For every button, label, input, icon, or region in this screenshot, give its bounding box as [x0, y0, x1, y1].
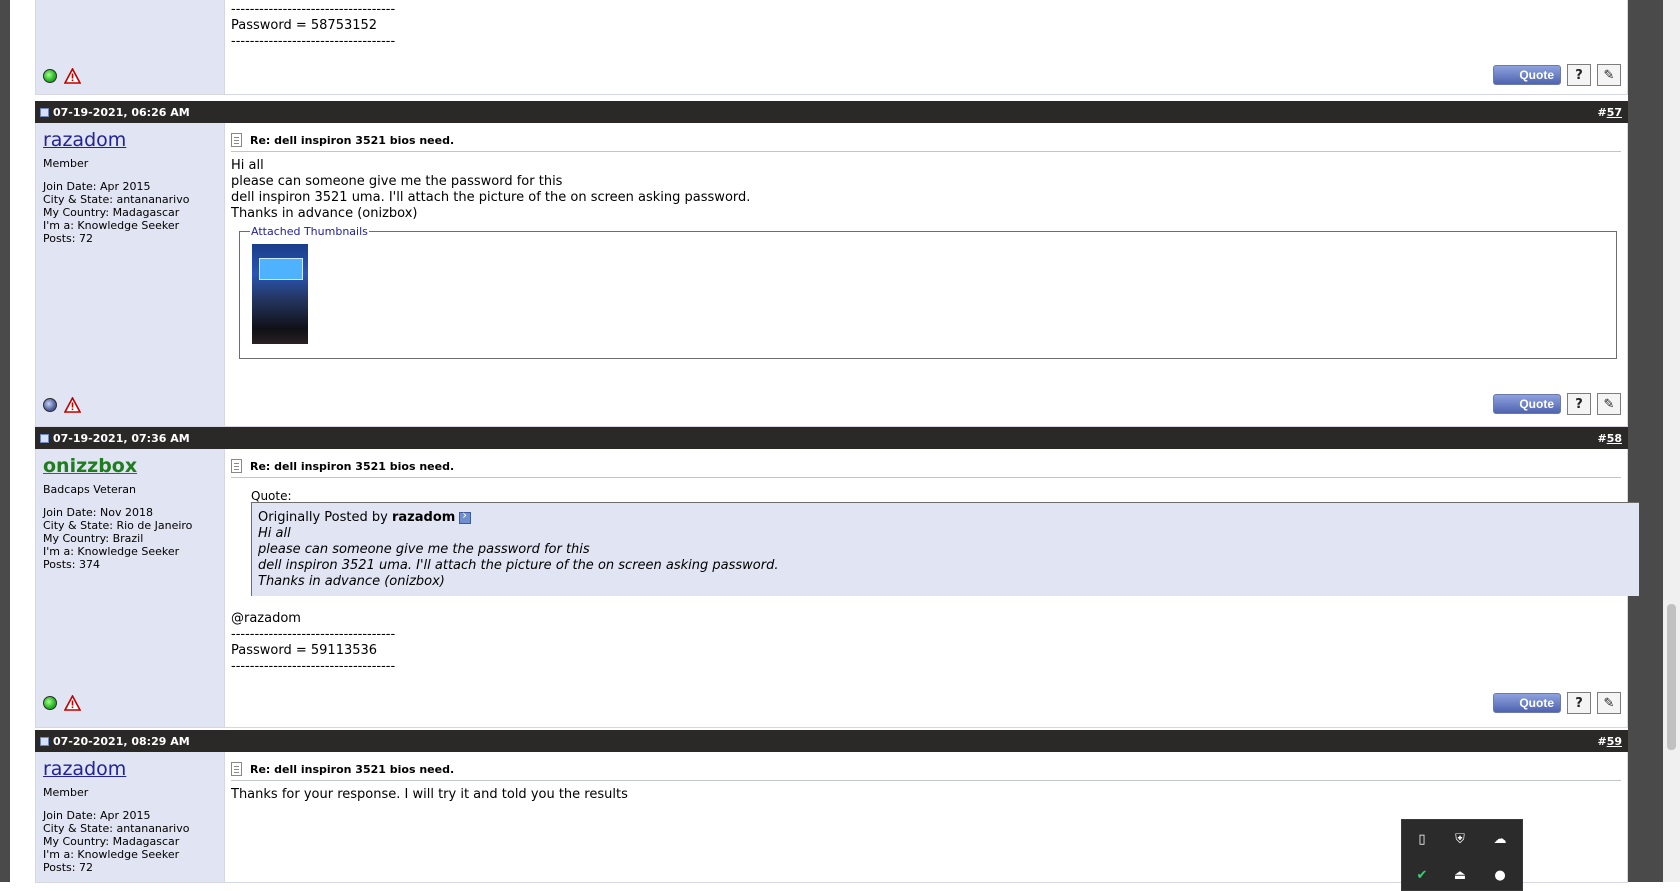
- post-57: 07-19-2021, 06:26 AM #57 razadom Member …: [35, 101, 1628, 427]
- quick-reply-button[interactable]: ✎: [1597, 692, 1621, 714]
- user-city: City & State: antananarivo: [43, 822, 190, 835]
- system-tray-overflow: ▯ ⛨ ☁ ✔ ⏏ ●: [1401, 819, 1523, 891]
- post-number-link[interactable]: 59: [1607, 735, 1622, 748]
- attached-thumbnails: Attached Thumbnails: [239, 225, 1617, 359]
- post-header: 07-20-2021, 08:29 AM #59: [35, 730, 1628, 752]
- right-gutter: [1628, 0, 1663, 882]
- post-title-row: Re: dell inspiron 3521 bios need.: [231, 758, 1621, 781]
- online-status-icon: [43, 69, 57, 83]
- user-title: Member: [43, 157, 89, 170]
- quote-author: razadom: [391, 510, 456, 525]
- user-details: Join Date: Nov 2018 City & State: Rio de…: [43, 506, 192, 571]
- multiquote-button[interactable]: ?: [1567, 692, 1591, 714]
- post-number: #57: [1597, 106, 1622, 119]
- user-post-count: Posts: 374: [43, 558, 100, 571]
- post-icon: [40, 434, 49, 443]
- user-info-panel: razadom Member Join Date: Apr 2015 City …: [36, 752, 225, 882]
- post-title: Re: dell inspiron 3521 bios need.: [250, 134, 455, 147]
- document-icon: [231, 133, 242, 147]
- multiquote-button[interactable]: ?: [1567, 64, 1591, 86]
- post-content: Re: dell inspiron 3521 bios need. Hi all…: [225, 123, 1627, 426]
- username-link[interactable]: razadom: [43, 129, 126, 151]
- user-info-panel: onizzbox Badcaps Veteran Join Date: Nov …: [36, 449, 225, 727]
- user-country: My Country: Madagascar: [43, 206, 180, 219]
- post-header: 07-19-2021, 07:36 AM #58: [35, 427, 1628, 449]
- post-date: 07-19-2021, 06:26 AM: [53, 106, 190, 119]
- quote-button[interactable]: Quote: [1493, 394, 1561, 414]
- username-link[interactable]: onizzbox: [43, 455, 137, 477]
- attached-thumbnails-label: Attached Thumbnails: [250, 225, 369, 238]
- user-title: Member: [43, 786, 89, 799]
- post-title: Re: dell inspiron 3521 bios need.: [250, 460, 455, 473]
- report-post-icon[interactable]: [64, 397, 81, 413]
- cloud-offline-icon[interactable]: ☁: [1492, 832, 1508, 848]
- post-message: -----------------------------------: [231, 2, 396, 17]
- post-number-link[interactable]: 58: [1607, 432, 1622, 445]
- post-number: #58: [1597, 432, 1622, 445]
- user-details: Join Date: Apr 2015 City & State: antana…: [43, 180, 189, 245]
- report-post-icon[interactable]: [64, 68, 81, 84]
- post-title-row: Re: dell inspiron 3521 bios need.: [231, 129, 1621, 152]
- offline-status-icon: [43, 398, 57, 412]
- post-56: ----------------------------------- Pass…: [35, 0, 1628, 95]
- quick-reply-button[interactable]: ✎: [1597, 393, 1621, 415]
- post-59: 07-20-2021, 08:29 AM #59 razadom Member …: [35, 730, 1628, 883]
- post-date: 07-20-2021, 08:29 AM: [53, 735, 190, 748]
- attachment-thumbnail[interactable]: [252, 244, 308, 344]
- post-58: 07-19-2021, 07:36 AM #58 onizzbox Badcap…: [35, 427, 1639, 728]
- user-post-count: Posts: 72: [43, 232, 93, 245]
- quote-text: Hi all please can someone give me the pa…: [258, 526, 779, 589]
- post-action-buttons: Quote ? ✎: [1493, 64, 1621, 86]
- user-post-count: Posts: 72: [43, 861, 93, 874]
- post-message: -----------------------------------: [231, 34, 396, 49]
- post-content: Re: dell inspiron 3521 bios need. Quote:…: [225, 449, 1639, 727]
- post-content: ----------------------------------- Pass…: [225, 0, 1627, 94]
- post-message: Thanks for your response. I will try it …: [231, 787, 628, 802]
- view-post-icon[interactable]: [459, 508, 472, 524]
- user-details: Join Date: Apr 2015 City & State: antana…: [43, 809, 189, 874]
- quote-attribution: Originally Posted by razadom: [258, 508, 472, 525]
- user-role: I'm a: Knowledge Seeker: [43, 848, 180, 861]
- post-message: @razadom -------------------------------…: [231, 611, 396, 674]
- user-city: City & State: antananarivo: [43, 193, 190, 206]
- post-icon: [40, 737, 49, 746]
- online-status-icon: [43, 696, 57, 710]
- user-info-panel: [36, 0, 225, 94]
- user-city: City & State: Rio de Janeiro: [43, 519, 193, 532]
- user-role: I'm a: Knowledge Seeker: [43, 545, 180, 558]
- quote-label: Quote:: [251, 489, 292, 503]
- post-action-buttons: Quote ? ✎: [1493, 393, 1621, 415]
- user-info-panel: razadom Member Join Date: Apr 2015 City …: [36, 123, 225, 426]
- post-header: 07-19-2021, 06:26 AM #57: [35, 101, 1628, 123]
- post-message: Password = 58753152: [231, 18, 378, 33]
- multiquote-button[interactable]: ?: [1567, 393, 1591, 415]
- left-gutter: [0, 0, 10, 882]
- document-icon: [231, 762, 242, 776]
- user-country: My Country: Brazil: [43, 532, 144, 545]
- post-number-link[interactable]: 57: [1607, 106, 1622, 119]
- defender-shield-icon[interactable]: ⛨: [1452, 832, 1468, 848]
- post-number: #59: [1597, 735, 1622, 748]
- quote-button[interactable]: Quote: [1493, 65, 1561, 85]
- user-country: My Country: Madagascar: [43, 835, 180, 848]
- report-post-icon[interactable]: [64, 695, 81, 711]
- usb-icon[interactable]: ▯: [1414, 832, 1430, 848]
- join-date: Join Date: Apr 2015: [43, 180, 151, 193]
- post-action-buttons: Quote ? ✎: [1493, 692, 1621, 714]
- quote-block: Originally Posted by razadom Hi all plea…: [251, 502, 1639, 596]
- scrollbar-thumb[interactable]: [1667, 604, 1676, 750]
- join-date: Join Date: Nov 2018: [43, 506, 153, 519]
- quote-button[interactable]: Quote: [1493, 693, 1561, 713]
- document-icon: [231, 459, 242, 473]
- user-role: I'm a: Knowledge Seeker: [43, 219, 180, 232]
- post-title: Re: dell inspiron 3521 bios need.: [250, 763, 455, 776]
- post-title-row: Re: dell inspiron 3521 bios need.: [231, 455, 1621, 478]
- quick-reply-button[interactable]: ✎: [1597, 64, 1621, 86]
- user-title: Badcaps Veteran: [43, 483, 137, 496]
- post-date: 07-19-2021, 07:36 AM: [53, 432, 190, 445]
- join-date: Join Date: Apr 2015: [43, 809, 151, 822]
- post-message: Hi all please can someone give me the pa…: [231, 158, 751, 221]
- username-link[interactable]: razadom: [43, 758, 126, 780]
- post-icon: [40, 108, 49, 117]
